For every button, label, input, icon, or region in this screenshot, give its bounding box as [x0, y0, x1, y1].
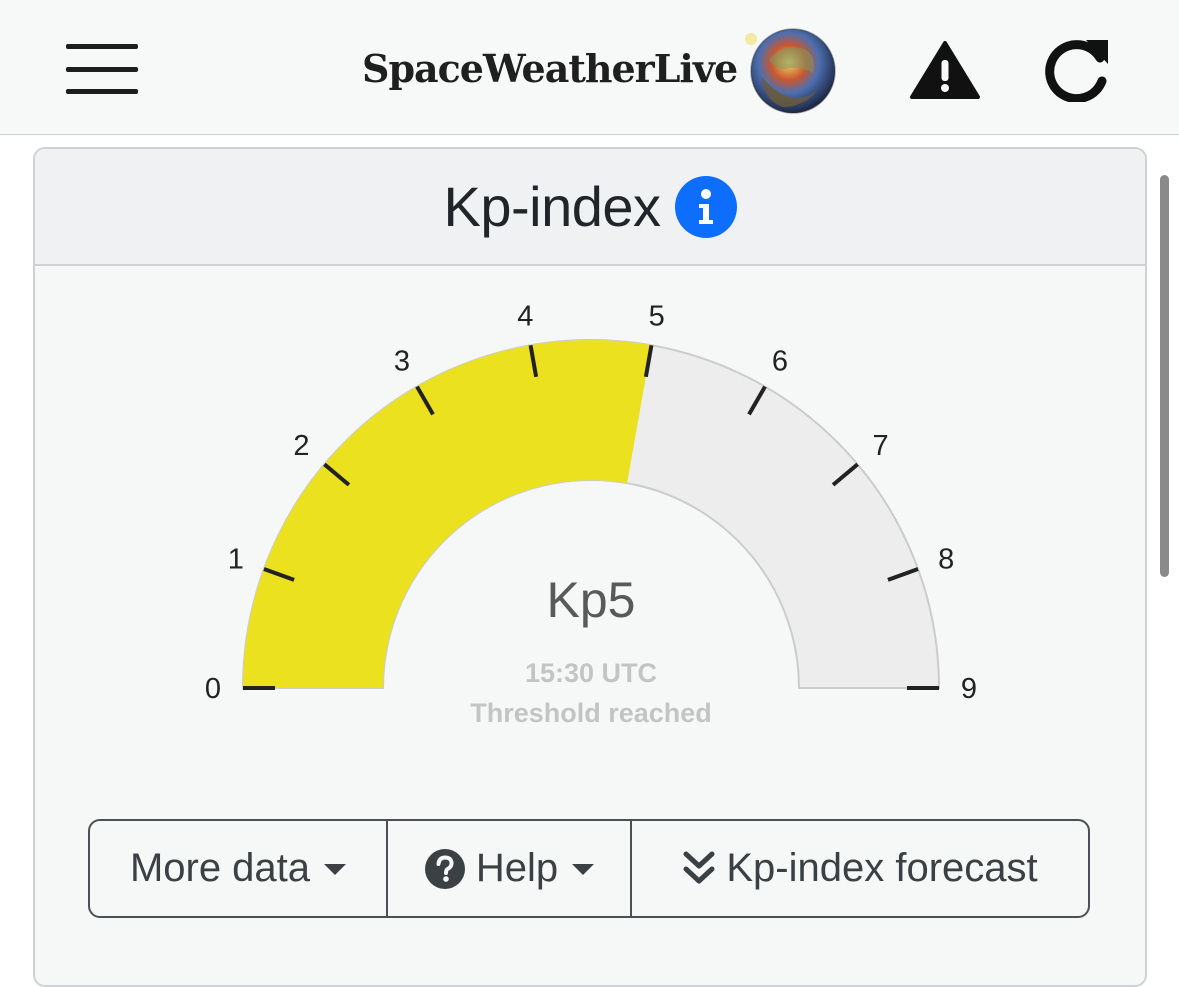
gauge-tick-label-7: 7 — [872, 430, 888, 462]
gauge-tick-label-8: 8 — [938, 544, 954, 576]
question-circle-icon — [424, 848, 465, 889]
kp-forecast-label: Kp-index forecast — [726, 846, 1038, 890]
gauge-tick-label-5: 5 — [649, 301, 665, 333]
more-data-button[interactable]: More data — [90, 821, 386, 916]
help-label: Help — [475, 846, 559, 890]
action-button-group: More data Help Kp-index forecast — [88, 819, 1090, 918]
gauge-time: 15:30 UTC — [525, 658, 657, 688]
more-data-label: More data — [129, 846, 311, 890]
kp-forecast-button[interactable]: Kp-index forecast — [630, 821, 1088, 916]
gauge-fill — [243, 340, 652, 688]
caret-down-icon — [324, 864, 347, 875]
gauge-tick-label-6: 6 — [772, 346, 788, 378]
gauge-tick-label-2: 2 — [293, 430, 309, 462]
gauge-status: Threshold reached — [470, 698, 712, 728]
gauge-tick-label-0: 0 — [205, 673, 221, 705]
scrollbar-thumb[interactable] — [1160, 175, 1169, 577]
gauge-tick-label-9: 9 — [961, 673, 977, 705]
double-chevron-down-icon — [683, 851, 715, 883]
help-button[interactable]: Help — [386, 821, 630, 916]
kp-gauge: 0 1 2 3 4 5 6 7 8 9 Kp5 15:30 UTC Threshold reach… — [205, 301, 977, 728]
caret-down-icon — [572, 864, 595, 875]
gauge-tick-label-4: 4 — [517, 301, 533, 333]
kp-value: Kp5 — [547, 572, 636, 628]
gauge-tick-label-1: 1 — [228, 544, 244, 576]
gauge-tick-label-3: 3 — [394, 346, 410, 378]
